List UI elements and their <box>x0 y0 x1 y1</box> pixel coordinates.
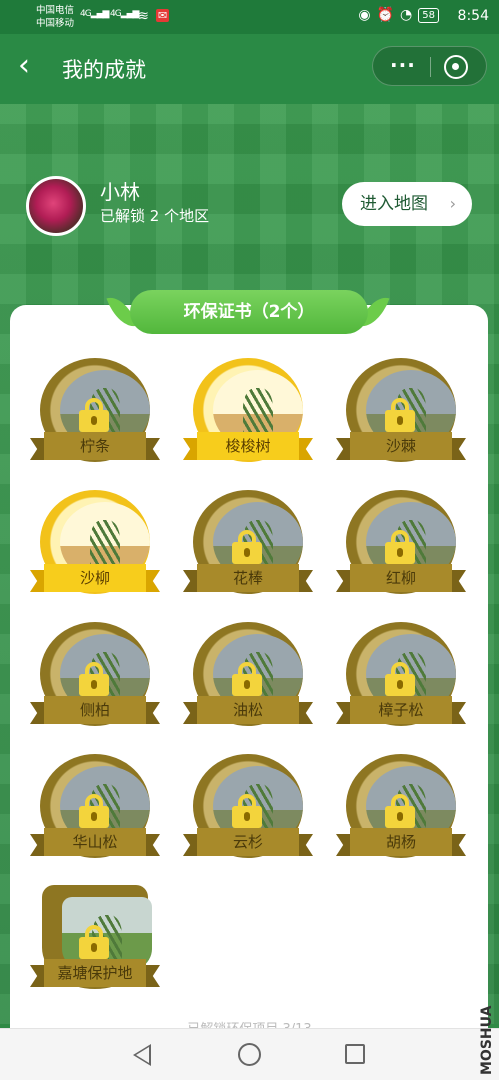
lock-icon <box>385 398 415 432</box>
lock-icon <box>79 794 109 828</box>
nav-recents-icon[interactable] <box>345 1044 365 1064</box>
badge-label: 红柳 <box>350 564 452 592</box>
badge-label: 侧柏 <box>44 696 146 724</box>
achievement-badge[interactable]: 油松 <box>183 622 313 740</box>
badge-ribbon: 红柳 <box>336 562 466 596</box>
plant-icon <box>243 388 273 436</box>
badge-ribbon: 沙棘 <box>336 430 466 464</box>
lock-icon <box>232 530 262 564</box>
lock-icon <box>79 925 109 959</box>
nav-home-icon[interactable] <box>238 1043 261 1066</box>
achievement-badge[interactable]: 沙柳 <box>30 490 160 608</box>
certificates-title: 环保证书（2个） <box>130 290 368 334</box>
achievement-badge[interactable]: 梭梭树 <box>183 358 313 476</box>
lock-icon <box>232 794 262 828</box>
wifi-icon: ≋ <box>138 9 149 24</box>
watermark: MOSHUA <box>479 1005 495 1075</box>
badge-label: 华山松 <box>44 828 146 856</box>
nav-back-icon[interactable] <box>133 1044 151 1066</box>
achievement-badge[interactable]: 侧柏 <box>30 622 160 740</box>
lock-icon <box>385 662 415 696</box>
signal-icon: 4G▂▄▆ <box>110 9 139 19</box>
badge-label: 胡杨 <box>350 828 452 856</box>
badge-ribbon: 云杉 <box>183 826 313 860</box>
enter-map-label: 进入地图 <box>360 194 428 214</box>
page-title: 我的成就 <box>62 58 146 82</box>
mini-program-capsule: ··· <box>372 46 487 86</box>
carrier-2: 中国移动 <box>36 18 75 29</box>
status-bar: 中国电信 中国移动 4G▂▄▆ 4G▂▄▆ ≋ ✉ ◉ ⏰ ◔ 58 8:54 <box>0 0 499 34</box>
badge-ribbon: 油松 <box>183 694 313 728</box>
badge-label: 花棒 <box>197 564 299 592</box>
chevron-left-icon[interactable]: ‹ <box>18 48 30 84</box>
more-dots-icon[interactable]: ··· <box>390 53 416 77</box>
badge-label: 樟子松 <box>350 696 452 724</box>
achievement-badge[interactable]: 云杉 <box>183 754 313 872</box>
badge-label: 沙棘 <box>350 432 452 460</box>
lock-icon <box>232 662 262 696</box>
badge-ribbon: 柠条 <box>30 430 160 464</box>
page-header: ‹ 我的成就 ··· <box>0 34 499 104</box>
chevron-right-icon: › <box>449 194 456 213</box>
target-close-icon[interactable] <box>444 55 468 79</box>
avatar[interactable] <box>26 176 86 236</box>
lock-icon <box>79 662 109 696</box>
badge-label: 云杉 <box>197 828 299 856</box>
battery-icon: 58 <box>418 7 439 23</box>
alarm-icon: ⏰ <box>376 7 395 23</box>
badge-ribbon: 花棒 <box>183 562 313 596</box>
achievement-badge[interactable]: 花棒 <box>183 490 313 608</box>
carrier-1: 中国电信 <box>36 5 75 16</box>
achievement-badge[interactable]: 柠条 <box>30 358 160 476</box>
speed-icon: ◔ <box>400 7 413 23</box>
badge-ribbon: 华山松 <box>30 826 160 860</box>
badge-ribbon: 嘉塘保护地 <box>30 957 160 991</box>
badge-label: 油松 <box>197 696 299 724</box>
achievement-badge[interactable]: 华山松 <box>30 754 160 872</box>
carrier-labels: 中国电信 中国移动 <box>36 4 74 30</box>
achievement-badge[interactable]: 胡杨 <box>336 754 466 872</box>
badge-ribbon: 胡杨 <box>336 826 466 860</box>
achievement-badge[interactable]: 樟子松 <box>336 622 466 740</box>
achievement-badge[interactable]: 沙棘 <box>336 358 466 476</box>
achievement-badge[interactable]: 嘉塘保护地 <box>30 885 160 1003</box>
badge-label: 梭梭树 <box>197 432 299 460</box>
lock-icon <box>385 530 415 564</box>
badge-ribbon: 梭梭树 <box>183 430 313 464</box>
plant-icon <box>90 520 120 568</box>
unlocked-regions-text: 已解锁 2 个地区 <box>100 207 210 225</box>
status-time: 8:54 <box>457 8 489 24</box>
badge-label: 沙柳 <box>44 564 146 592</box>
badge-ribbon: 沙柳 <box>30 562 160 596</box>
system-nav-bar <box>0 1028 499 1080</box>
signal-icon: 4G▂▄▆ <box>80 9 109 19</box>
badge-label: 嘉塘保护地 <box>44 959 146 987</box>
eye-icon: ◉ <box>358 7 371 23</box>
status-icons: ◉ ⏰ ◔ 58 <box>358 7 439 23</box>
achievement-badge[interactable]: 红柳 <box>336 490 466 608</box>
notification-icon: ✉ <box>156 9 170 22</box>
capsule-divider <box>430 57 431 77</box>
lock-icon <box>79 398 109 432</box>
user-name: 小林 <box>100 180 140 204</box>
badge-ribbon: 樟子松 <box>336 694 466 728</box>
enter-map-button[interactable]: 进入地图 › <box>342 182 472 226</box>
badge-label: 柠条 <box>44 432 146 460</box>
badge-ribbon: 侧柏 <box>30 694 160 728</box>
lock-icon <box>385 794 415 828</box>
